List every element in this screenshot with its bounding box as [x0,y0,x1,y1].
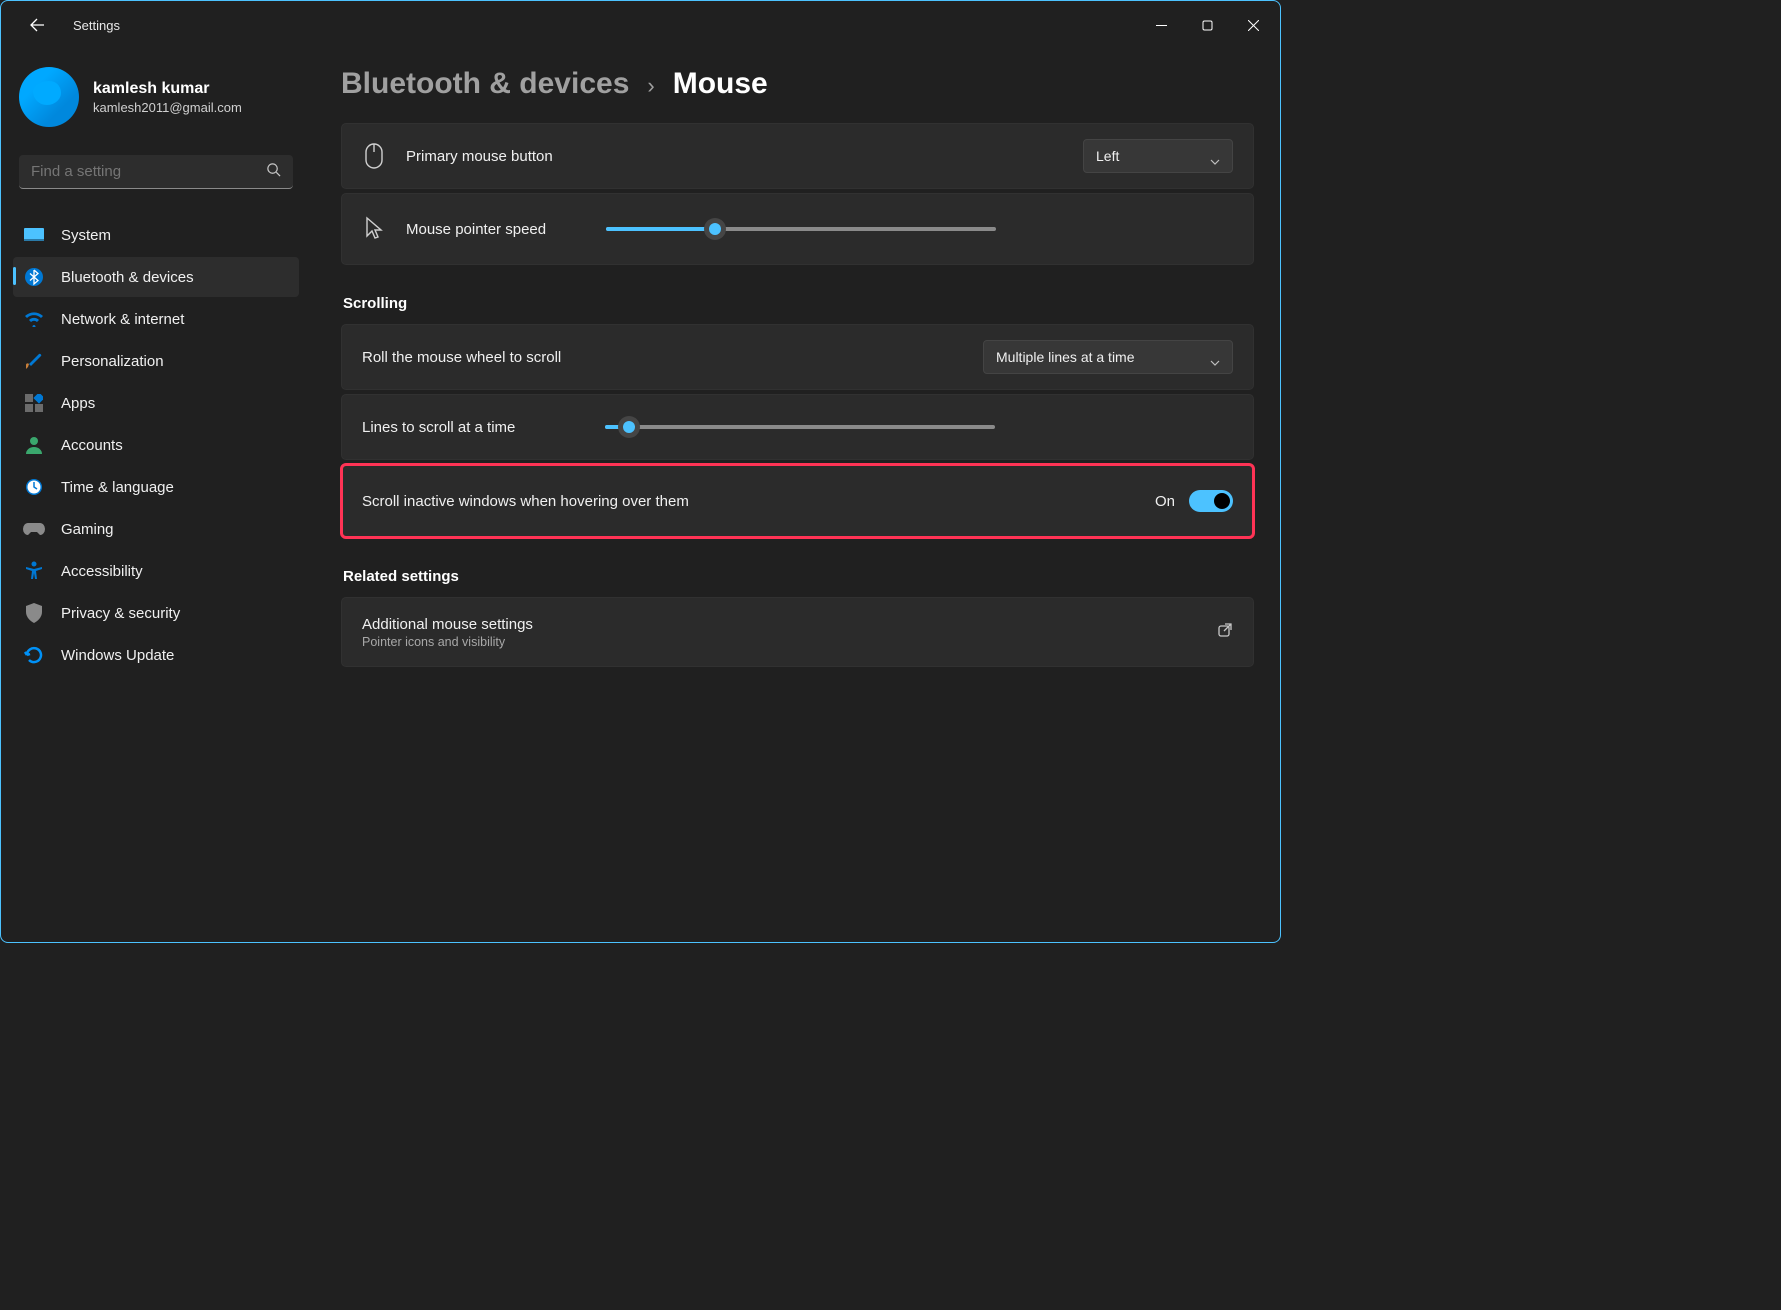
sidebar-item-label: Accessibility [61,563,143,580]
update-icon [23,644,45,666]
sidebar-item-apps[interactable]: Apps [13,383,299,423]
brush-icon [23,350,45,372]
nav: System Bluetooth & devices Network & int… [5,207,307,683]
sidebar: kamlesh kumar kamlesh2011@gmail.com Syst… [1,49,311,942]
sidebar-item-label: Privacy & security [61,605,180,622]
profile-email: kamlesh2011@gmail.com [93,100,242,115]
setting-roll-wheel: Roll the mouse wheel to scroll Multiple … [341,324,1254,390]
setting-label: Additional mouse settings [362,616,1197,633]
system-icon [23,224,45,246]
roll-wheel-dropdown[interactable]: Multiple lines at a time [983,340,1233,374]
setting-label: Lines to scroll at a time [362,419,515,436]
setting-label: Roll the mouse wheel to scroll [362,349,963,366]
maximize-button[interactable] [1184,9,1230,41]
setting-label: Mouse pointer speed [406,221,546,238]
open-external-icon [1217,622,1233,643]
shield-icon [23,602,45,624]
sidebar-item-bluetooth-devices[interactable]: Bluetooth & devices [13,257,299,297]
sidebar-item-label: Accounts [61,437,123,454]
setting-lines-to-scroll: Lines to scroll at a time [341,394,1254,460]
sidebar-item-label: Personalization [61,353,164,370]
window-title: Settings [73,18,120,33]
content: Bluetooth & devices › Mouse Primary mous… [311,49,1280,942]
sidebar-item-label: Network & internet [61,311,184,328]
sidebar-item-label: Bluetooth & devices [61,269,194,286]
cursor-icon [362,216,386,242]
setting-scroll-inactive: Scroll inactive windows when hovering ov… [341,464,1254,538]
search-input[interactable] [19,155,293,189]
breadcrumb-parent[interactable]: Bluetooth & devices [341,67,629,101]
sidebar-item-privacy[interactable]: Privacy & security [13,593,299,633]
window-controls [1138,9,1276,41]
setting-sublabel: Pointer icons and visibility [362,635,1197,649]
title-bar: Settings [1,1,1280,49]
profile-name: kamlesh kumar [93,80,242,98]
dropdown-value: Multiple lines at a time [996,349,1135,365]
profile-block[interactable]: kamlesh kumar kamlesh2011@gmail.com [5,59,307,135]
sidebar-item-label: Apps [61,395,95,412]
bluetooth-icon [23,266,45,288]
primary-button-dropdown[interactable]: Left [1083,139,1233,173]
breadcrumb-current: Mouse [673,67,768,101]
sidebar-item-gaming[interactable]: Gaming [13,509,299,549]
back-button[interactable] [19,7,55,43]
chevron-right-icon: › [647,73,654,99]
mouse-icon [362,143,386,169]
sidebar-item-label: Windows Update [61,647,174,664]
lines-scroll-slider[interactable] [605,416,995,438]
accessibility-icon [23,560,45,582]
clock-icon [23,476,45,498]
sidebar-item-label: Time & language [61,479,174,496]
sidebar-item-accessibility[interactable]: Accessibility [13,551,299,591]
chevron-down-icon [1210,353,1220,369]
section-title-scrolling: Scrolling [343,295,1254,312]
setting-label: Primary mouse button [406,148,1063,165]
section-title-related: Related settings [343,568,1254,585]
gamepad-icon [23,518,45,540]
setting-additional-mouse[interactable]: Additional mouse settings Pointer icons … [341,597,1254,667]
sidebar-item-accounts[interactable]: Accounts [13,425,299,465]
avatar [19,67,79,127]
scroll-inactive-toggle[interactable] [1189,490,1233,512]
breadcrumb: Bluetooth & devices › Mouse [341,67,1254,101]
setting-primary-mouse-button: Primary mouse button Left [341,123,1254,189]
setting-pointer-speed: Mouse pointer speed [341,193,1254,265]
sidebar-item-windows-update[interactable]: Windows Update [13,635,299,675]
sidebar-item-label: Gaming [61,521,114,538]
sidebar-item-label: System [61,227,111,244]
pointer-speed-slider[interactable] [606,218,996,240]
person-icon [23,434,45,456]
apps-icon [23,392,45,414]
sidebar-item-system[interactable]: System [13,215,299,255]
chevron-down-icon [1210,152,1220,168]
close-button[interactable] [1230,9,1276,41]
dropdown-value: Left [1096,148,1119,164]
wifi-icon [23,308,45,330]
minimize-button[interactable] [1138,9,1184,41]
sidebar-item-personalization[interactable]: Personalization [13,341,299,381]
setting-label: Scroll inactive windows when hovering ov… [362,493,1135,510]
sidebar-item-time-language[interactable]: Time & language [13,467,299,507]
sidebar-item-network[interactable]: Network & internet [13,299,299,339]
search-icon [266,162,281,182]
toggle-state-label: On [1155,493,1175,510]
